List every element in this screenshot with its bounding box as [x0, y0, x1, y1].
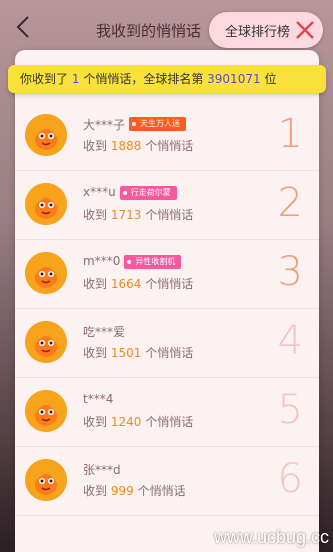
- back-arrow-icon[interactable]: [12, 14, 36, 40]
- rank-number: 6: [277, 456, 303, 502]
- list-item[interactable]: t***4 收到 1240 个悄悄话 5: [15, 378, 319, 447]
- received-suffix: 个悄悄话: [145, 415, 194, 429]
- page-title: 我收到的悄悄话: [96, 22, 202, 40]
- ranking-list: 大***子 天生万人迷 收到 1888 个悄悄话 1 x***u 行走荷尔蒙 收…: [15, 102, 319, 516]
- list-item[interactable]: 张***d 收到 999 个悄悄话 6: [15, 447, 319, 516]
- summary-rank: 3901071: [207, 72, 261, 86]
- received-count: 收到 1888 个悄悄话: [83, 137, 193, 154]
- received-count: 收到 1713 个悄悄话: [83, 206, 193, 223]
- user-name: t***4: [83, 392, 114, 406]
- received-count: 收到 999 个悄悄话: [83, 482, 186, 499]
- mascot-avatar-icon[interactable]: [25, 252, 67, 294]
- summary-count: 1: [71, 72, 80, 86]
- global-rank-label: 全球排行榜: [225, 24, 291, 40]
- user-tag: 异性收割机: [124, 255, 182, 269]
- user-name: 大***子: [83, 118, 126, 132]
- summary-middle: 个悄悄话，全球排名第: [83, 72, 204, 86]
- list-item[interactable]: x***u 行走荷尔蒙 收到 1713 个悄悄话 2: [15, 171, 319, 240]
- ranking-panel: 大***子 天生万人迷 收到 1888 个悄悄话 1 x***u 行走荷尔蒙 收…: [15, 50, 319, 552]
- received-number: 1664: [110, 277, 142, 291]
- list-item[interactable]: 大***子 天生万人迷 收到 1888 个悄悄话 1: [15, 102, 319, 171]
- received-prefix: 收到: [83, 346, 108, 360]
- received-number: 1240: [110, 415, 142, 429]
- close-icon[interactable]: [295, 20, 315, 40]
- received-suffix: 个悄悄话: [137, 484, 186, 498]
- user-name: 张***d: [83, 463, 121, 477]
- received-count: 收到 1240 个悄悄话: [83, 413, 193, 430]
- received-number: 1888: [110, 139, 142, 153]
- mascot-avatar-icon[interactable]: [25, 321, 67, 363]
- user-name: x***u: [83, 185, 116, 199]
- received-number: 1501: [110, 346, 142, 360]
- received-count: 收到 1664 个悄悄话: [83, 275, 193, 292]
- received-prefix: 收到: [83, 139, 108, 153]
- user-tag: 行走荷尔蒙: [119, 186, 177, 200]
- mascot-avatar-icon[interactable]: [25, 114, 67, 156]
- user-name: m***0: [83, 254, 121, 268]
- received-suffix: 个悄悄话: [145, 346, 194, 360]
- received-suffix: 个悄悄话: [145, 208, 194, 222]
- received-number: 1713: [110, 208, 142, 222]
- received-prefix: 收到: [83, 484, 108, 498]
- rank-number: 2: [277, 180, 303, 226]
- received-prefix: 收到: [83, 208, 108, 222]
- watermark: www.ucbug.cc: [213, 527, 329, 547]
- rank-number: 5: [277, 387, 303, 433]
- received-count: 收到 1501 个悄悄话: [83, 344, 193, 361]
- received-prefix: 收到: [83, 277, 108, 291]
- rank-number: 4: [277, 318, 303, 364]
- mascot-avatar-icon[interactable]: [25, 390, 67, 432]
- list-item[interactable]: 吃***爱 收到 1501 个悄悄话 4: [15, 309, 319, 378]
- user-tag: 天生万人迷: [129, 117, 187, 131]
- global-rank-button[interactable]: 全球排行榜: [209, 12, 323, 48]
- received-prefix: 收到: [83, 415, 108, 429]
- summary-prefix: 你收到了: [20, 72, 69, 86]
- mascot-avatar-icon[interactable]: [25, 183, 67, 225]
- summary-banner: 你收到了 1 个悄悄话，全球排名第 3901071 位: [8, 65, 326, 93]
- rank-number: 1: [277, 111, 303, 157]
- received-suffix: 个悄悄话: [145, 277, 194, 291]
- received-number: 999: [110, 484, 134, 498]
- list-item[interactable]: m***0 异性收割机 收到 1664 个悄悄话 3: [15, 240, 319, 309]
- rank-number: 3: [277, 249, 303, 295]
- received-suffix: 个悄悄话: [145, 139, 194, 153]
- summary-suffix: 位: [264, 72, 277, 86]
- user-name: 吃***爱: [83, 325, 126, 339]
- mascot-avatar-icon[interactable]: [25, 459, 67, 501]
